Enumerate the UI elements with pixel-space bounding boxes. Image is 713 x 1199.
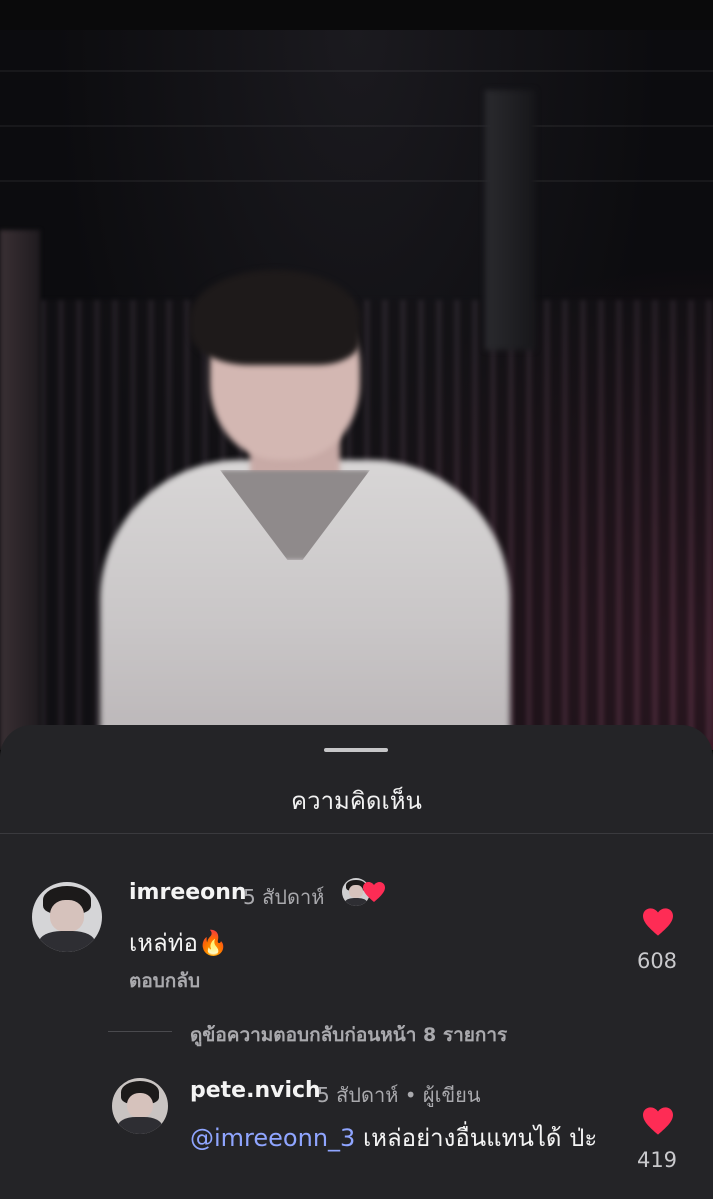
like-count: 608 [636, 949, 678, 973]
drag-handle[interactable] [324, 748, 388, 752]
ceiling-line [0, 125, 713, 127]
comment-username[interactable]: imreeonn [129, 880, 247, 905]
avatar-body [39, 931, 95, 952]
sheet-title: ความคิดเห็น [291, 787, 422, 815]
ceiling-line [0, 180, 713, 182]
avatar-face [50, 900, 84, 933]
thread-line [108, 1031, 172, 1032]
heart-icon[interactable] [641, 907, 675, 937]
comment-username[interactable]: pete.nvich [190, 1078, 321, 1103]
like-count: 419 [636, 1148, 678, 1172]
heart-icon [363, 882, 385, 902]
avatar[interactable] [32, 882, 102, 952]
comment-text: เหล่ท่อ🔥 [129, 929, 228, 957]
status-bar [0, 0, 713, 30]
avatar[interactable] [112, 1078, 168, 1134]
avatar-body [117, 1117, 163, 1134]
liked-by-creator-badge [342, 876, 392, 908]
post-photo[interactable] [0, 30, 713, 750]
comment-time: 5 สัปดาห์ [243, 885, 325, 909]
ceiling-line [0, 70, 713, 72]
reply-button[interactable]: ตอบกลับ [129, 966, 200, 996]
view-previous-replies[interactable]: ดูข้อความตอบกลับก่อนหน้า 8 รายการ [190, 1020, 507, 1050]
comment-body: เหล่อย่างอื่นแทนได้ ป่ะ [362, 1124, 598, 1152]
comment-time: 5 สัปดาห์ • ผู้เขียน [317, 1083, 481, 1107]
avatar-face [126, 1092, 154, 1119]
photo-subject [90, 260, 520, 750]
comment-text: @imreeonn_3 เหล่อย่างอื่นแทนได้ ป่ะ [190, 1121, 610, 1155]
comments-sheet: ความคิดเห็น imreeonn 5 สัปดาห์ เหล่ท่อ🔥 … [0, 725, 713, 1199]
header-divider [0, 833, 713, 834]
mention-link[interactable]: @imreeonn_3 [190, 1124, 355, 1152]
heart-icon[interactable] [641, 1106, 675, 1136]
avatar-face [349, 885, 363, 899]
subject-hair [190, 270, 360, 365]
background-pillar [0, 230, 40, 750]
